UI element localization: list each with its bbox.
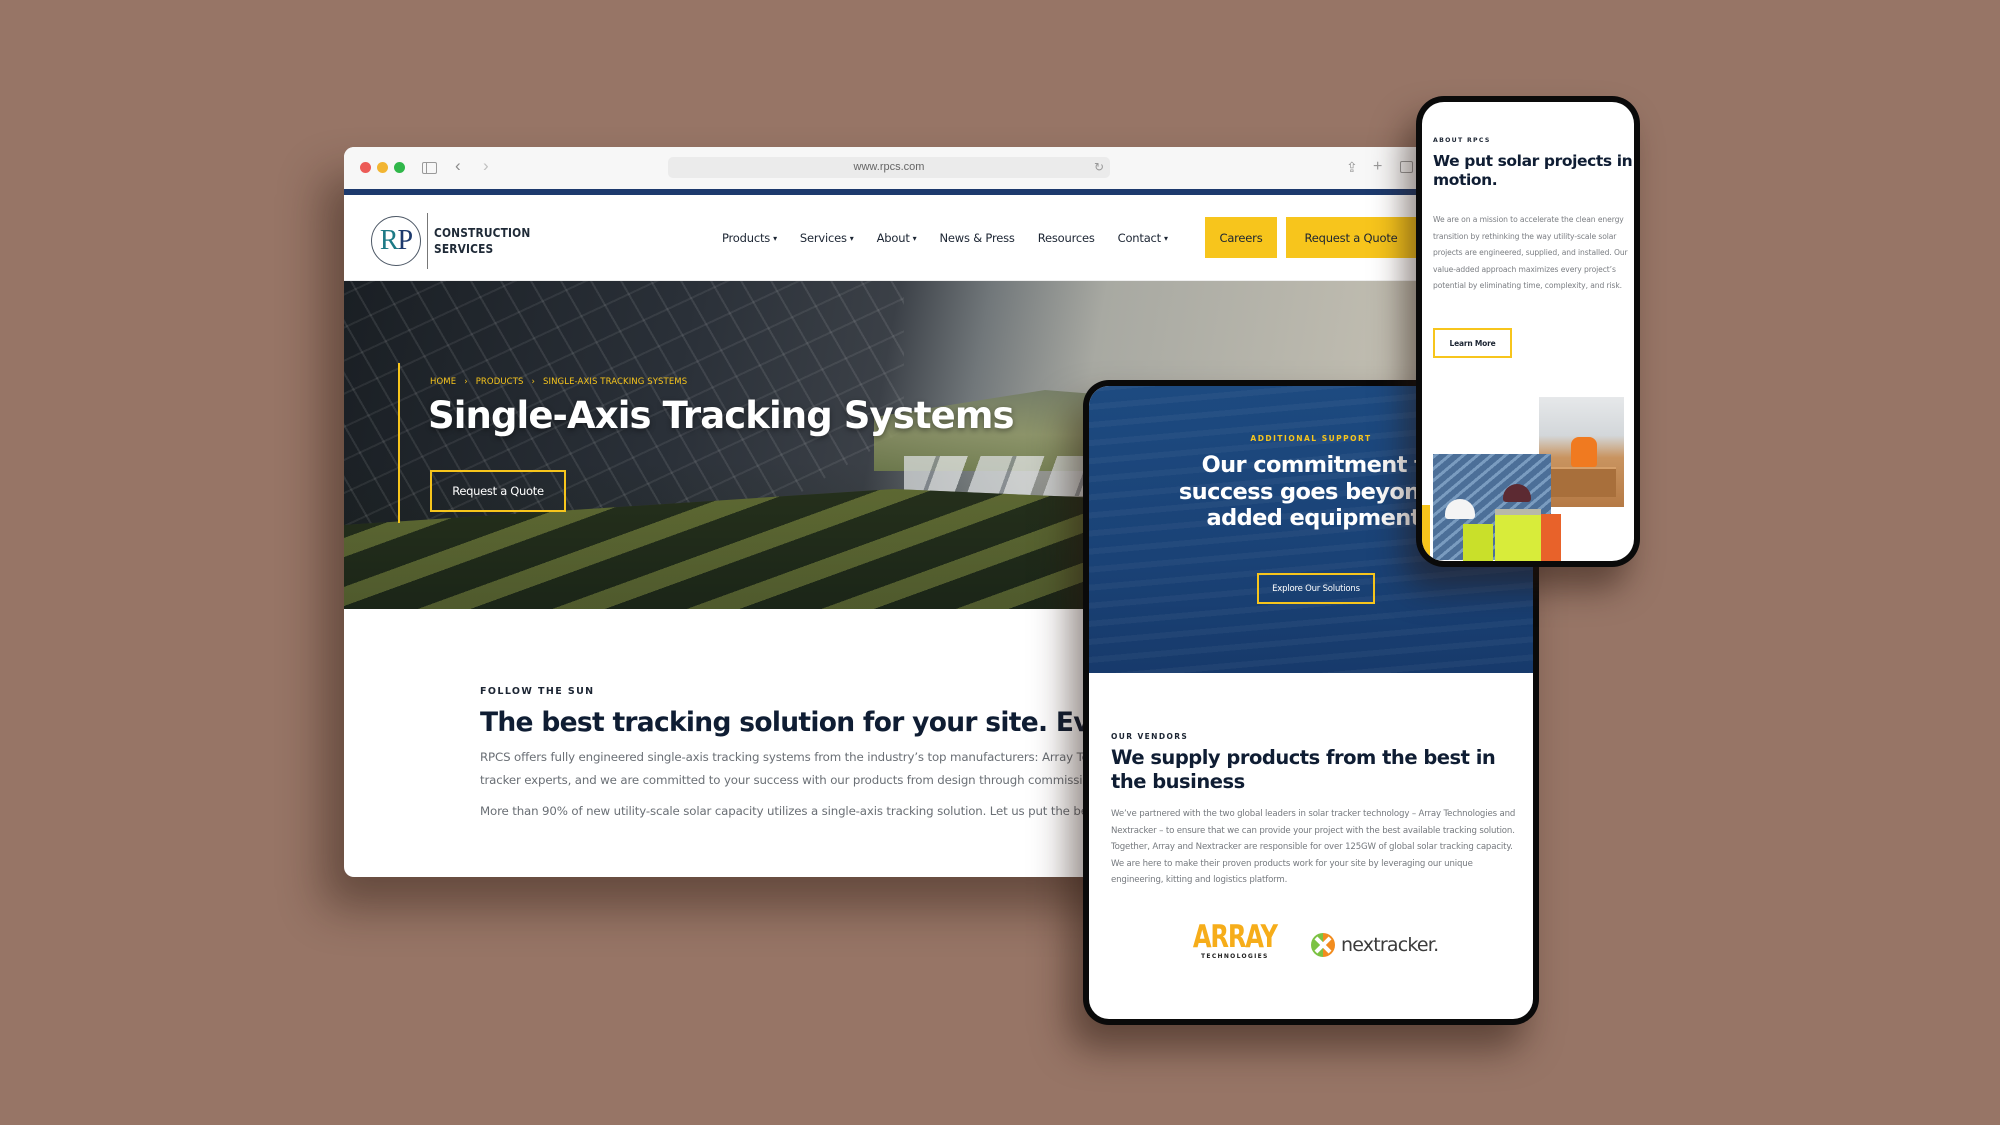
page-title: Single-Axis Tracking Systems xyxy=(428,394,1015,437)
vendor-logos: ARRAY TECHNOLOGIES nextracker. xyxy=(1089,922,1533,972)
nav-label: Services xyxy=(799,231,847,245)
tabs-icon[interactable] xyxy=(1400,161,1413,173)
chevron-down-icon: ▾ xyxy=(849,234,854,243)
chevron-left-icon[interactable]: ‹ xyxy=(455,157,461,175)
breadcrumb-home[interactable]: HOME xyxy=(430,377,456,387)
chevron-right-icon[interactable]: › xyxy=(483,157,489,175)
array-technologies-logo[interactable]: ARRAY TECHNOLOGIES xyxy=(1181,919,1289,961)
breadcrumb-separator-icon: › xyxy=(464,377,468,387)
request-quote-button[interactable]: Request a Quote xyxy=(1286,217,1416,258)
sidebar-icon[interactable] xyxy=(422,162,437,174)
browser-toolbar: ‹ › www.rpcs.com ↻ ⇪ + xyxy=(344,147,1444,189)
breadcrumb-separator-icon: › xyxy=(531,377,535,387)
logo-divider xyxy=(427,213,428,269)
intro-paragraph-1-line-2: tracker experts, and we are committed to… xyxy=(480,773,1097,787)
logo-wordmark: CONSTRUCTION SERVICES xyxy=(434,225,530,257)
intro-paragraph-1-line-1: RPCS offers fully engineered single-axis… xyxy=(480,750,1103,764)
maximize-window-button[interactable] xyxy=(394,162,405,173)
nav-label: News & Press xyxy=(939,231,1015,245)
close-window-button[interactable] xyxy=(360,162,371,173)
safety-vest xyxy=(1495,509,1541,561)
nav-label: About xyxy=(876,231,910,245)
nav-item-resources[interactable]: Resources xyxy=(1038,231,1095,245)
cardboard-boxes xyxy=(1544,467,1616,497)
main-nav: Products ▾ Services ▾ About ▾ News & Press … xyxy=(722,195,1191,281)
intro-eyebrow: FOLLOW THE SUN xyxy=(480,686,595,697)
field-workers-photo xyxy=(1433,454,1561,561)
nextracker-logo[interactable]: nextracker. xyxy=(1311,933,1439,957)
nav-item-products[interactable]: Products ▾ xyxy=(722,231,777,245)
nav-label: Contact xyxy=(1117,231,1162,245)
white-hardhat xyxy=(1445,499,1475,519)
site-logo[interactable]: RP CONSTRUCTION SERVICES xyxy=(371,213,547,269)
careers-button[interactable]: Careers xyxy=(1205,217,1277,258)
nav-item-news-press[interactable]: News & Press xyxy=(939,231,1014,245)
logo-letter-p: P xyxy=(397,225,414,256)
nav-item-contact[interactable]: Contact ▾ xyxy=(1118,231,1168,245)
breadcrumb-current: SINGLE-AXIS TRACKING SYSTEMS xyxy=(543,377,688,387)
breadcrumb: HOME › PRODUCTS › SINGLE-AXIS TRACKING SYSTE… xyxy=(430,377,687,387)
logo-line-2: SERVICES xyxy=(434,241,494,256)
url-text: www.rpcs.com xyxy=(853,161,925,173)
nextracker-wordmark: nextracker. xyxy=(1341,934,1439,956)
vendors-eyebrow: OUR VENDORS xyxy=(1111,732,1189,741)
intro-paragraph-1: RPCS offers fully engineered single-axis… xyxy=(480,746,1103,792)
maroon-hardhat xyxy=(1503,484,1531,502)
chevron-down-icon: ▾ xyxy=(912,234,917,243)
nav-item-about[interactable]: About ▾ xyxy=(877,231,917,245)
plus-icon[interactable]: + xyxy=(1373,158,1382,176)
explore-solutions-button[interactable]: Explore Our Solutions xyxy=(1257,573,1375,604)
nav-label: Products xyxy=(722,231,771,245)
nav-label: Resources xyxy=(1037,231,1095,245)
safety-vest xyxy=(1463,524,1493,561)
logo-letter-r: R xyxy=(379,225,399,256)
address-bar[interactable]: www.rpcs.com ↻ xyxy=(668,157,1110,178)
intro-heading: The best tracking solution for your site… xyxy=(480,707,1137,738)
array-logo-wordmark: ARRAY xyxy=(1192,919,1278,955)
about-heading: We put solar projects in motion. xyxy=(1433,152,1633,189)
site-header: RP CONSTRUCTION SERVICES Products ▾ Servi… xyxy=(344,195,1444,281)
worker-figure xyxy=(1571,437,1597,467)
window-controls xyxy=(360,162,405,173)
phone-device: ABOUT RPCS We put solar projects in moti… xyxy=(1416,96,1640,567)
logo-line-1: CONSTRUCTION xyxy=(434,225,531,240)
share-icon[interactable]: ⇪ xyxy=(1346,158,1358,176)
accent-block xyxy=(1422,505,1430,560)
learn-more-button[interactable]: Learn More xyxy=(1433,328,1512,358)
breadcrumb-products[interactable]: PRODUCTS xyxy=(476,377,524,387)
warehouse-worker-photo xyxy=(1539,397,1624,507)
hero-accent-line xyxy=(398,363,400,523)
intro-paragraph-2: More than 90% of new utility-scale solar… xyxy=(480,804,1107,818)
logo-mark: RP xyxy=(371,216,421,266)
nav-item-services[interactable]: Services ▾ xyxy=(800,231,854,245)
hero-request-quote-button[interactable]: Request a Quote xyxy=(430,470,566,512)
chevron-down-icon: ▾ xyxy=(1163,234,1168,243)
chevron-down-icon: ▾ xyxy=(773,234,777,243)
about-paragraph: We are on a mission to accelerate the cl… xyxy=(1433,215,1628,290)
nextracker-x-icon xyxy=(1311,933,1335,957)
phone-screen: ABOUT RPCS We put solar projects in moti… xyxy=(1422,102,1634,561)
safety-vest xyxy=(1541,514,1561,561)
vendors-paragraph: We’ve partnered with the two global lead… xyxy=(1111,809,1516,886)
about-eyebrow: ABOUT RPCS xyxy=(1433,137,1491,144)
reload-icon[interactable]: ↻ xyxy=(1094,157,1104,178)
vendors-heading: We supply products from the best in the … xyxy=(1111,746,1496,793)
minimize-window-button[interactable] xyxy=(377,162,388,173)
